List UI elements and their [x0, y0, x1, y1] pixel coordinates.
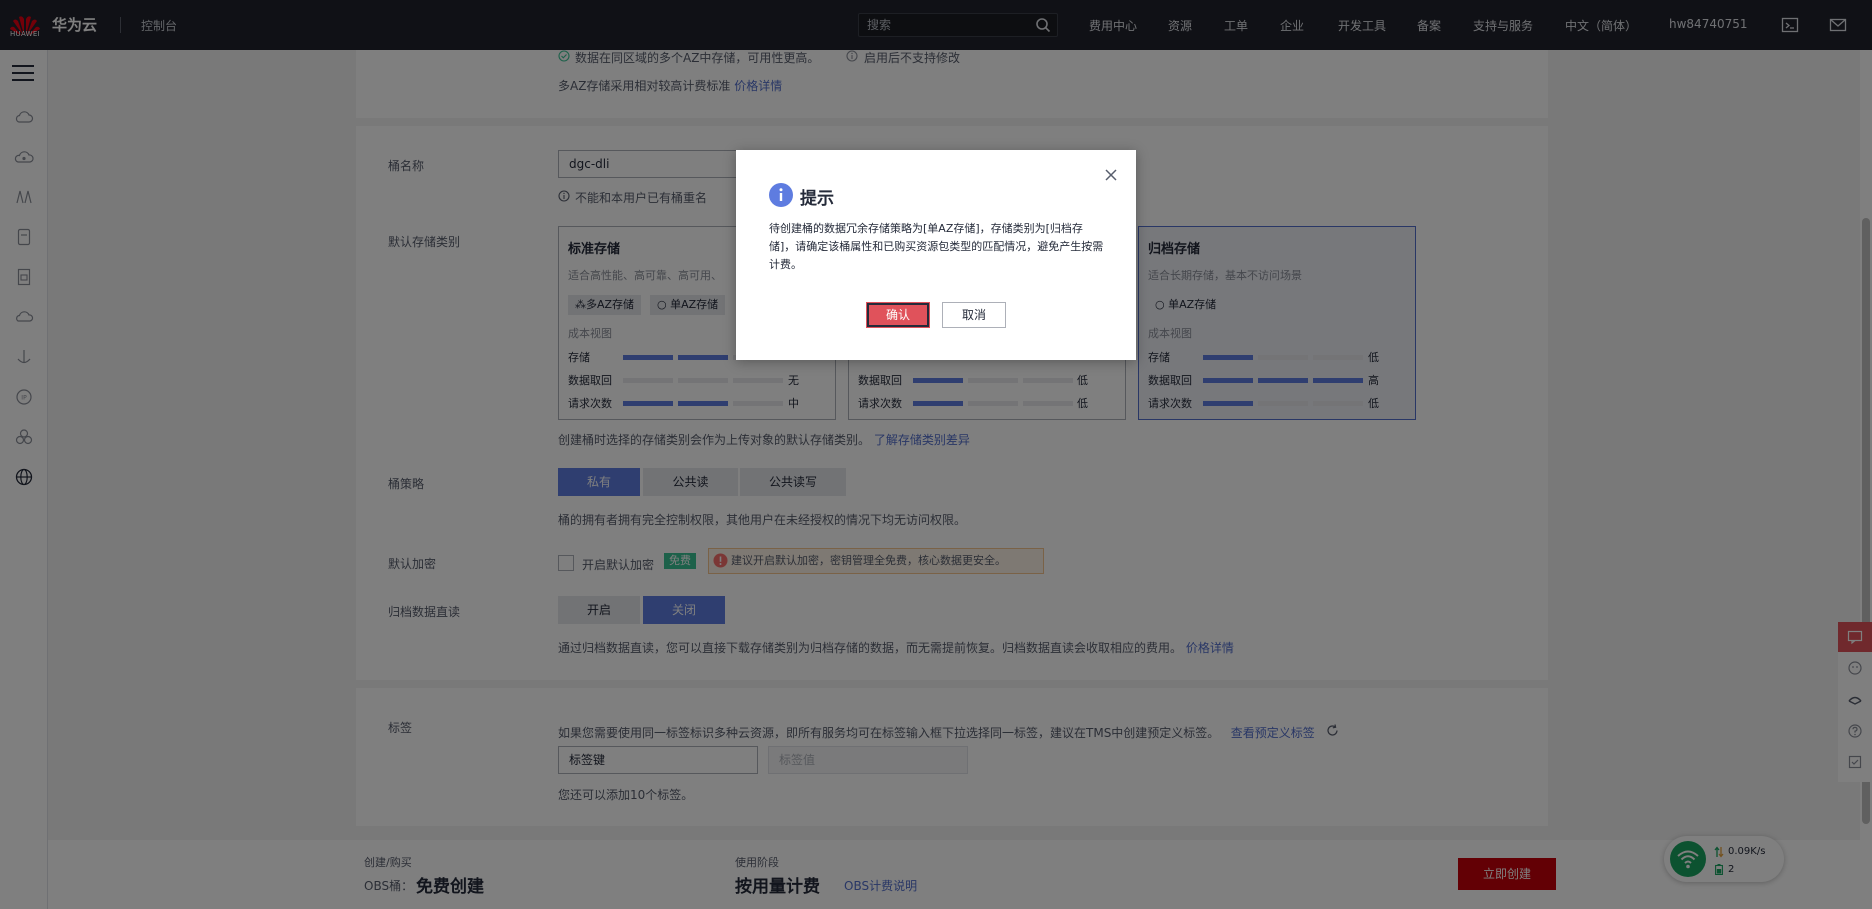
info-icon [769, 183, 793, 207]
close-icon[interactable] [1104, 168, 1118, 182]
confirm-button[interactable]: 确认 [866, 302, 930, 328]
dialog-message: 待创建桶的数据冗余存储策略为[单AZ存储]，存储类别为[归档存储]，请确定该桶属… [769, 222, 1104, 271]
cancel-button[interactable]: 取消 [942, 302, 1006, 328]
confirm-dialog: 提示 待创建桶的数据冗余存储策略为[单AZ存储]，存储类别为[归档存储]，请确定… [736, 150, 1136, 360]
dialog-title: 提示 [800, 189, 834, 209]
modal-backdrop[interactable] [0, 0, 1872, 909]
